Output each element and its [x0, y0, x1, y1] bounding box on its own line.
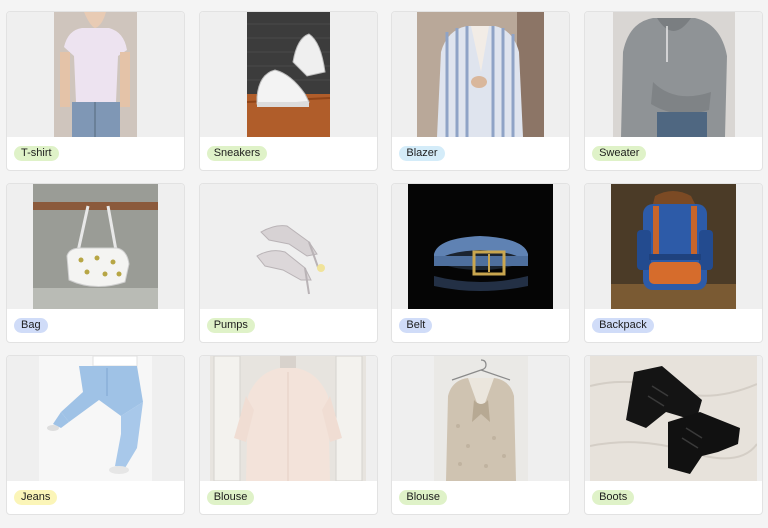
category-tag[interactable]: Blouse: [399, 490, 448, 505]
backpack-photo: [611, 184, 737, 309]
card-label-bar: Pumps: [200, 309, 377, 342]
category-tag[interactable]: Pumps: [206, 318, 255, 333]
gallery-card[interactable]: Blazer: [391, 11, 571, 171]
card-label-bar: Blazer: [392, 137, 569, 170]
card-image[interactable]: [392, 184, 570, 309]
card-image[interactable]: [199, 356, 377, 481]
category-tag[interactable]: Jeans: [14, 490, 58, 505]
card-label-bar: Backpack: [585, 309, 762, 342]
gallery-card[interactable]: Bag: [6, 183, 185, 343]
gallery-card[interactable]: Belt: [391, 183, 571, 343]
gallery-card[interactable]: Sneakers: [198, 11, 378, 171]
category-tag[interactable]: Sneakers: [206, 146, 268, 161]
card-image[interactable]: [199, 184, 377, 309]
boots-photo: [590, 356, 758, 481]
category-tag[interactable]: Blazer: [399, 146, 445, 161]
category-tag[interactable]: T-shirt: [14, 146, 59, 161]
gallery-card[interactable]: Jeans: [6, 355, 185, 515]
card-image[interactable]: [585, 12, 763, 137]
card-image[interactable]: [7, 184, 184, 309]
card-label-bar: Belt: [392, 309, 569, 342]
card-image[interactable]: [392, 356, 570, 481]
category-tag[interactable]: Sweater: [592, 146, 647, 161]
card-image[interactable]: [585, 184, 763, 309]
card-label-bar: Jeans: [7, 481, 184, 514]
card-image[interactable]: [392, 12, 570, 137]
pumps-photo: [246, 184, 330, 309]
sneakers-photo: [246, 12, 330, 137]
card-label-bar: Boots: [585, 481, 762, 514]
card-label-bar: Bag: [7, 309, 184, 342]
gallery-card[interactable]: Pumps: [198, 183, 378, 343]
bag-photo: [33, 184, 158, 309]
category-tag[interactable]: Backpack: [592, 318, 654, 333]
blazer-photo: [417, 12, 545, 137]
gallery-card[interactable]: Blouse: [198, 355, 378, 515]
card-label-bar: T-shirt: [7, 137, 184, 170]
gallery-card[interactable]: Boots: [584, 355, 764, 515]
card-label-bar: Blouse: [200, 481, 377, 514]
card-image[interactable]: [7, 356, 184, 481]
blouse-photo: [210, 356, 367, 481]
category-tag[interactable]: Belt: [399, 318, 433, 333]
card-image[interactable]: [199, 12, 377, 137]
gallery-grid: T-shirt Sneakers Blazer Sweater Bag Pump…: [0, 0, 768, 528]
gallery-card[interactable]: Blouse: [391, 355, 571, 515]
card-image[interactable]: [585, 356, 763, 481]
card-label-bar: Sneakers: [200, 137, 377, 170]
sweater-photo: [612, 12, 735, 137]
gallery-card[interactable]: Sweater: [584, 11, 764, 171]
gallery-card[interactable]: T-shirt: [6, 11, 185, 171]
blouse-photo: [433, 356, 528, 481]
card-image[interactable]: [7, 12, 184, 137]
category-tag[interactable]: Boots: [592, 490, 635, 505]
gallery-card[interactable]: Backpack: [584, 183, 764, 343]
tshirt-photo: [54, 12, 137, 137]
category-tag[interactable]: Blouse: [206, 490, 255, 505]
card-label-bar: Sweater: [585, 137, 762, 170]
jeans-photo: [39, 356, 152, 481]
category-tag[interactable]: Bag: [14, 318, 48, 333]
belt-photo: [408, 184, 554, 309]
card-label-bar: Blouse: [392, 481, 569, 514]
